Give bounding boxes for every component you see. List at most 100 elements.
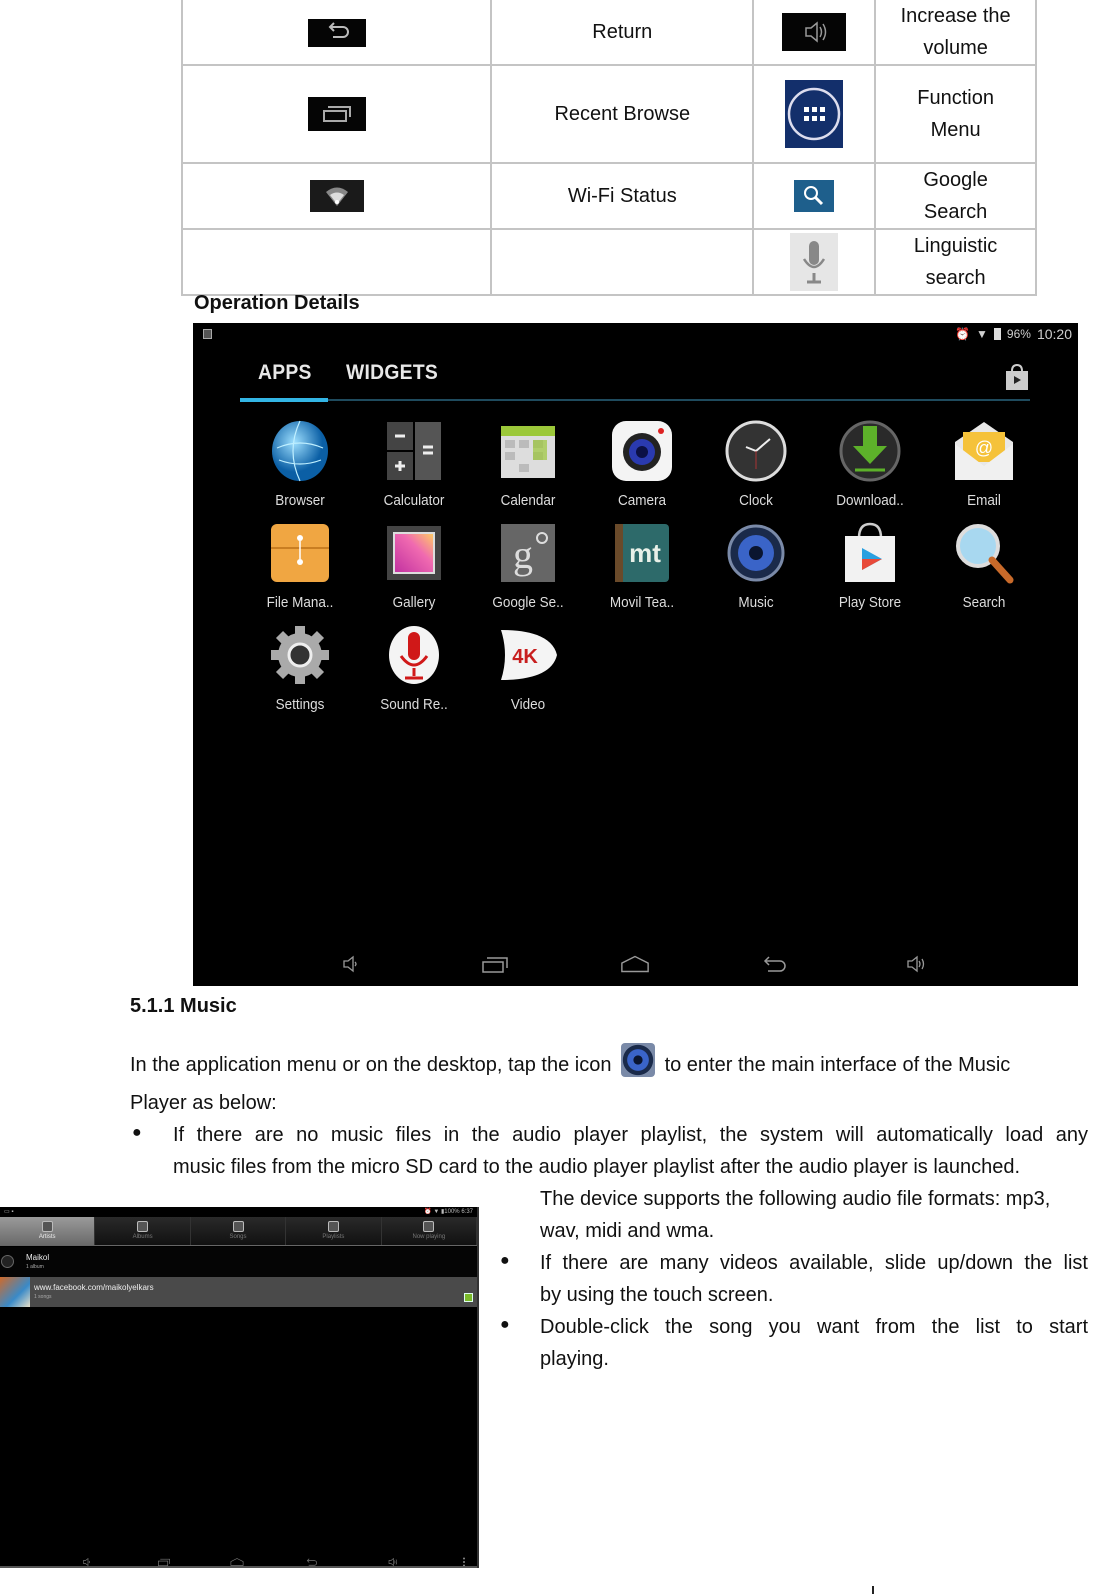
bullet-dot: ● (500, 1316, 510, 1333)
status-bar: ▭ ▪ ⏰ ▼ ▮100% 6:37 (0, 1207, 477, 1217)
intro-paragraph-line2: Player as below: (130, 1092, 277, 1114)
svg-text:4K: 4K (512, 646, 538, 668)
app-label: Music (738, 594, 774, 611)
app-clock[interactable]: Clock (699, 418, 813, 509)
battery-level: 100% (444, 1209, 460, 1215)
tab-now-playing[interactable]: Now playing (381, 1217, 477, 1245)
app-file-mana[interactable]: File Mana.. (243, 520, 357, 611)
list-item[interactable]: Maikol 1 album (0, 1247, 477, 1277)
section-title: 5.1.1 Music (130, 995, 237, 1017)
table-cell-label (490, 228, 755, 296)
email-icon: @ (951, 418, 1017, 484)
battery-level: 96% (1006, 327, 1031, 341)
app-gallery[interactable]: Gallery (357, 520, 471, 611)
active-tab-indicator (240, 398, 328, 402)
tab-label: Artists (38, 1234, 56, 1240)
intro-text: to enter the main interface of the Music (664, 1054, 1011, 1076)
microphone-icon (790, 233, 839, 291)
app-music[interactable]: Music (699, 520, 813, 611)
tab-divider (240, 399, 1030, 401)
bullet-text: If there are no music files in the audio… (173, 1124, 1088, 1146)
tab-apps[interactable]: APPS (258, 361, 312, 401)
app-video[interactable]: 4K Video (471, 622, 585, 713)
app-email[interactable]: @ Email (927, 418, 1041, 509)
app-download[interactable]: Download.. (813, 418, 927, 509)
app-google-se[interactable]: g Google Se.. (471, 520, 585, 611)
recent-apps-icon[interactable] (157, 1554, 171, 1567)
table-cell-label: Increase the volume (874, 0, 1037, 66)
tab-songs[interactable]: Songs (190, 1217, 287, 1245)
svg-text:mt: mt (629, 538, 661, 568)
table-row: Return Increase the volume (180, 0, 1037, 66)
notification-icon (203, 329, 212, 339)
app-calculator[interactable]: Calculator (357, 418, 471, 509)
bullet-text: playing. (540, 1348, 609, 1370)
context-menu-icon[interactable] (464, 1293, 473, 1302)
volume-down-icon[interactable] (336, 952, 366, 976)
bullet-dot: ● (500, 1252, 510, 1269)
status-right: ⏰ ▼ ▮100% 6:37 (424, 1209, 473, 1215)
sound-recorder-icon (381, 622, 447, 688)
back-icon[interactable] (760, 952, 790, 976)
volume-up-icon (782, 13, 847, 51)
app-search[interactable]: Search (927, 520, 1041, 611)
app-camera[interactable]: Camera (585, 418, 699, 509)
app-label: Gallery (392, 594, 436, 611)
store-button[interactable] (1004, 363, 1030, 391)
play-store-icon (837, 520, 903, 586)
icon-legend-table: Return Increase the volume Recent Browse… (180, 0, 1037, 296)
tab-playlists[interactable]: Playlists (286, 1217, 382, 1245)
recent-apps-icon[interactable] (480, 952, 510, 976)
app-label: File Mana.. (266, 594, 334, 611)
label-line: Function (917, 87, 994, 109)
table-cell-label: Google Search (874, 162, 1037, 230)
google-search-icon (794, 180, 835, 213)
home-icon[interactable] (230, 1554, 244, 1566)
app-calendar[interactable]: Calendar (471, 418, 585, 509)
speaker-icon (723, 520, 789, 586)
wifi-icon: ▼ (976, 327, 988, 341)
page-mark (872, 1586, 874, 1594)
app-play-store[interactable]: Play Store (813, 520, 927, 611)
app-label: Google Se.. (492, 594, 564, 611)
gallery-icon (381, 520, 447, 586)
tab-label: Now playing (412, 1234, 446, 1240)
return-icon (307, 18, 366, 47)
shopping-bag-icon (1006, 363, 1028, 390)
navigation-bar (193, 942, 1078, 986)
app-movil-tea[interactable]: mt Movil Tea.. (585, 520, 699, 611)
back-icon[interactable] (305, 1554, 319, 1566)
music-player-screenshot: ▭ ▪ ⏰ ▼ ▮100% 6:37 Artists Albums Songs Pla… (0, 1207, 479, 1568)
tab-albums[interactable]: Albums (95, 1217, 191, 1245)
overflow-menu-icon[interactable] (462, 1554, 476, 1567)
file-manager-icon (267, 520, 333, 586)
volume-up-icon[interactable] (901, 952, 931, 976)
app-label: Calculator (383, 492, 445, 509)
table-cell-empty (180, 228, 493, 296)
volume-up-icon[interactable] (386, 1554, 400, 1567)
table-cell-icon (180, 0, 493, 66)
artist-avatar (1, 1255, 14, 1268)
table-cell-icon (752, 0, 877, 66)
table-row: Linguistic search (180, 228, 1037, 296)
app-label: Download.. (836, 492, 904, 509)
app-browser[interactable]: Browser (243, 418, 357, 509)
bullet-line: The device supports the following audio … (540, 1188, 1051, 1210)
wifi-icon (309, 180, 364, 213)
list-item[interactable]: www.facebook.com/maikolyelkars 1 songs (0, 1277, 477, 1307)
list-item-subtitle: 1 album (26, 1264, 44, 1270)
tab-icon (232, 1221, 244, 1232)
bullet-text: The device supports the following audio … (540, 1183, 1088, 1247)
app-settings[interactable]: Settings (243, 622, 357, 713)
app-label: Play Store (838, 594, 902, 611)
app-sound-re[interactable]: Sound Re.. (357, 622, 471, 713)
tab-widgets[interactable]: WIDGETS (346, 361, 438, 401)
bullet-line: wav, midi and wma. (540, 1220, 715, 1242)
music-tabs: Artists Albums Songs Playlists Now playing (0, 1217, 477, 1246)
app-label: Movil Tea.. (609, 594, 675, 611)
home-icon[interactable] (620, 952, 650, 976)
list-item-title: Maikol (26, 1253, 50, 1262)
svg-text:g: g (513, 532, 533, 577)
tab-artists[interactable]: Artists (0, 1217, 96, 1245)
volume-down-icon[interactable] (80, 1554, 94, 1567)
